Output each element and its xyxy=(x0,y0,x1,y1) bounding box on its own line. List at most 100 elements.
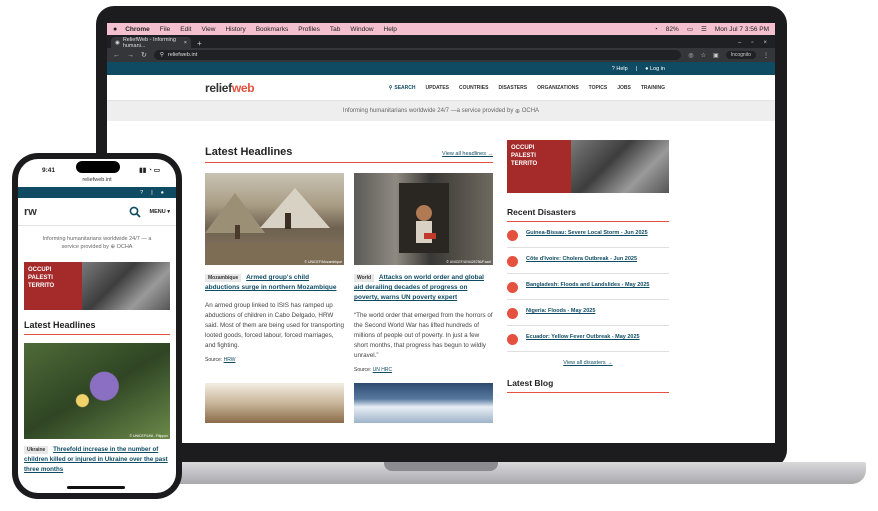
nav-updates[interactable]: UPDATES xyxy=(425,85,449,91)
view-all-headlines-link[interactable]: View all headlines → xyxy=(442,151,493,157)
headline-source: Source: UN HRC xyxy=(354,367,493,373)
disaster-item[interactable]: Nigeria: Floods - May 2025 xyxy=(507,307,669,326)
menu-bookmarks[interactable]: Bookmarks xyxy=(256,26,289,33)
phone-user-icon[interactable]: ● xyxy=(161,190,164,196)
phone-search-icon[interactable] xyxy=(128,205,142,219)
country-badge[interactable]: World xyxy=(354,274,375,282)
tagline-band: Informing humanitarians worldwide 24/7 —… xyxy=(107,101,775,121)
address-bar[interactable]: ⚲ reliefweb.int xyxy=(153,50,682,60)
login-link[interactable]: ● Log in xyxy=(645,66,665,72)
headlines-heading: Latest Headlines View all headlines → xyxy=(205,146,493,163)
menu-edit[interactable]: Edit xyxy=(180,26,191,33)
forward-icon[interactable]: → xyxy=(127,52,134,59)
browser-menu-icon[interactable]: ⋮ xyxy=(763,52,769,59)
image-credit: © UNICEF/UNI426786/Fazel xyxy=(446,260,491,264)
extensions-icon[interactable]: ▣ xyxy=(713,52,719,59)
browser-toolbar: ← → ↻ ⚲ reliefweb.int ◎ ☆ ▣ Incognito ⋮ xyxy=(107,48,775,62)
phone-help-icon[interactable]: ? xyxy=(140,190,143,196)
banner-line: TERRITO xyxy=(28,283,55,289)
phone-url[interactable]: reliefweb.int xyxy=(18,177,176,187)
image-credit: © UNICEF/Mozambique xyxy=(304,260,342,264)
close-window-icon[interactable]: × xyxy=(763,40,767,46)
headline-image[interactable]: © UNICEF/Mozambique xyxy=(205,173,344,265)
latest-blog-title: Latest Blog xyxy=(507,378,669,393)
menu-profiles[interactable]: Profiles xyxy=(298,26,320,33)
nav-disasters[interactable]: DISASTERS xyxy=(498,85,527,91)
main-nav: ⚲ SEARCH UPDATES COUNTRIES DISASTERS ORGA… xyxy=(389,85,665,91)
opt-banner[interactable]: OCCUPI PALESTI TERRITO xyxy=(507,140,669,193)
tracking-icon[interactable]: ◎ xyxy=(688,52,693,59)
help-label: Help xyxy=(616,65,628,72)
headline-image[interactable] xyxy=(205,383,344,423)
phone-screen: 9:41 ▮▮ ◔ ▭ reliefweb.int ? | ● rw MENU … xyxy=(18,159,176,493)
headlines-title: Latest Headlines xyxy=(205,146,293,158)
disaster-item[interactable]: Guinea-Bissau: Severe Local Storm - Jun … xyxy=(507,229,669,248)
country-badge[interactable]: Mozambique xyxy=(205,274,242,282)
bookmark-star-icon[interactable]: ☆ xyxy=(701,52,706,59)
site-info-icon[interactable]: ⚲ xyxy=(160,52,164,58)
phone-menu-button[interactable]: MENU ▾ xyxy=(150,209,170,215)
wifi-icon[interactable]: ◔ xyxy=(654,26,658,33)
reload-icon[interactable]: ↻ xyxy=(141,51,147,59)
control-center-icon[interactable]: ☰ xyxy=(701,25,707,33)
menu-bar-status: ◔ 82% ▭ ☰ Mon Jul 7 3:56 PM xyxy=(654,25,769,34)
menu-chrome[interactable]: Chrome xyxy=(125,26,150,33)
epidemic-icon xyxy=(507,256,518,267)
un-emblem-icon: ⊕ xyxy=(513,108,522,115)
headline-cards: © UNICEF/Mozambique Mozambique Armed gro… xyxy=(205,173,493,373)
disaster-link[interactable]: Guinea-Bissau: Severe Local Storm - Jun … xyxy=(526,229,648,238)
help-icon: ? xyxy=(611,65,615,72)
maximize-icon[interactable]: ▫ xyxy=(751,40,753,46)
disaster-item[interactable]: Ecuador: Yellow Fever Outbreak - May 202… xyxy=(507,333,669,352)
reliefweb-logo[interactable]: reliefweb xyxy=(205,81,255,95)
battery-level[interactable]: 82% xyxy=(666,26,679,33)
new-tab-button[interactable]: + xyxy=(197,39,202,48)
tents-illustration xyxy=(205,188,344,265)
disaster-link[interactable]: Bangladesh: Floods and Landslides - May … xyxy=(526,281,649,290)
phone-logo[interactable]: rw xyxy=(24,206,37,218)
menu-view[interactable]: View xyxy=(201,26,215,33)
headline-image[interactable] xyxy=(354,383,493,423)
disaster-link[interactable]: Nigeria: Floods - May 2025 xyxy=(526,307,595,316)
menu-history[interactable]: History xyxy=(225,26,245,33)
nav-topics[interactable]: TOPICS xyxy=(589,85,608,91)
phone-opt-banner[interactable]: OCCUPI PALESTI TERRITO xyxy=(24,262,170,310)
menu-window[interactable]: Window xyxy=(350,26,373,33)
back-icon[interactable]: ← xyxy=(113,52,120,59)
menu-help[interactable]: Help xyxy=(384,26,397,33)
battery-icon[interactable]: ▭ xyxy=(687,25,693,33)
headline-image[interactable]: © UNICEF/UNI426786/Fazel xyxy=(354,173,493,265)
phone-tagline: Informing humanitarians worldwide 24/7 —… xyxy=(18,226,176,260)
menu-file[interactable]: File xyxy=(160,26,170,33)
headline-source: Source: HRW xyxy=(205,357,344,363)
laptop-notch xyxy=(384,462,498,471)
disaster-link[interactable]: Côte d'Ivoire: Cholera Outbreak - Jun 20… xyxy=(526,255,637,264)
nav-search-label: SEARCH xyxy=(394,84,416,91)
nav-jobs[interactable]: JOBS xyxy=(617,85,631,91)
nav-organizations[interactable]: ORGANIZATIONS xyxy=(537,85,579,91)
nav-search[interactable]: ⚲ SEARCH xyxy=(389,85,416,91)
view-all-disasters-link[interactable]: View all disasters → xyxy=(507,360,669,366)
headline-heading: Mozambique Armed group's child abduction… xyxy=(205,273,344,293)
phone-headline: Ukraine Threefold increase in the number… xyxy=(24,445,170,475)
disaster-item[interactable]: Bangladesh: Floods and Landslides - May … xyxy=(507,281,669,300)
help-link[interactable]: ? Help xyxy=(612,66,628,72)
menu-tab[interactable]: Tab xyxy=(330,26,340,33)
datetime[interactable]: Mon Jul 7 3:56 PM xyxy=(715,26,769,33)
disaster-link[interactable]: Ecuador: Yellow Fever Outbreak - May 202… xyxy=(526,333,640,342)
browser-tab[interactable]: ◉ ReliefWeb - Informing humani... × xyxy=(111,37,191,49)
source-link[interactable]: HRW xyxy=(224,357,236,363)
disaster-item[interactable]: Côte d'Ivoire: Cholera Outbreak - Jun 20… xyxy=(507,255,669,274)
mac-menu-bar: ● Chrome File Edit View History Bookmark… xyxy=(107,23,775,35)
profile-button[interactable]: Incognito xyxy=(725,51,756,59)
utility-divider: | xyxy=(635,65,638,72)
phone-headline-image[interactable]: © UNICEF/UNI...Filippov xyxy=(24,343,170,439)
country-badge[interactable]: Ukraine xyxy=(24,446,49,454)
headline-card: © UNICEF/Mozambique Mozambique Armed gro… xyxy=(205,173,344,373)
tab-close-icon[interactable]: × xyxy=(184,40,187,46)
minimize-icon[interactable]: – xyxy=(738,40,741,46)
source-link[interactable]: UN HRC xyxy=(373,367,392,373)
apple-icon[interactable]: ● xyxy=(113,26,117,33)
nav-training[interactable]: TRAINING xyxy=(641,85,665,91)
nav-countries[interactable]: COUNTRIES xyxy=(459,85,488,91)
